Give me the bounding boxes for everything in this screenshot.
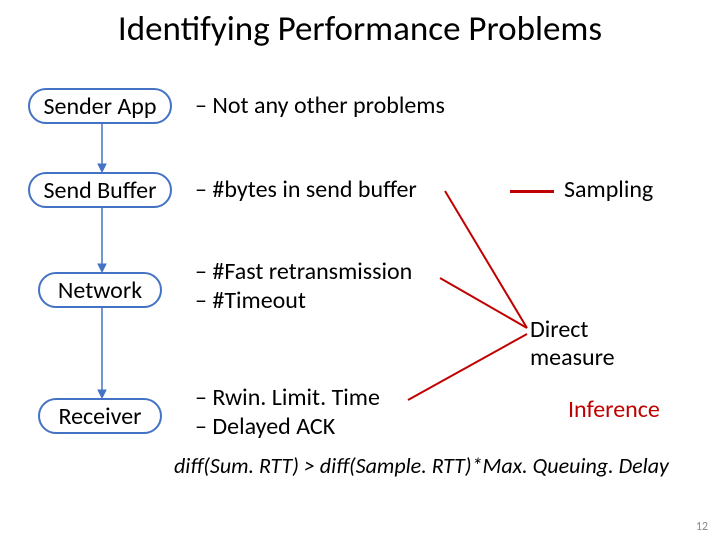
slide-title: Identifying Performance Problems <box>0 8 720 50</box>
desc-receiver-line1: – Rwin. Limit. Time <box>195 384 380 413</box>
arrow-sendbuffer-to-network <box>96 208 108 272</box>
arrow-senderapp-to-sendbuffer <box>96 124 108 172</box>
sampling-line-icon <box>510 190 554 193</box>
box-send-buffer: Send Buffer <box>28 172 172 208</box>
desc-sender-app: – Not any other problems <box>195 92 445 121</box>
label-sampling: Sampling <box>564 175 653 204</box>
label-inference: Inference <box>568 395 660 424</box>
arrow-network-to-receiver <box>96 308 108 398</box>
label-direct-l2: measure <box>530 344 615 372</box>
desc-receiver-line2: – Delayed ACK <box>195 413 380 442</box>
desc-network-line1: – #Fast retransmission <box>195 258 412 287</box>
desc-network-line2: – #Timeout <box>195 287 412 316</box>
box-network: Network <box>38 272 162 308</box>
formula-text: diff(Sum. RTT) > diff(Sample. RTT)*Max. … <box>174 452 669 479</box>
box-receiver: Receiver <box>38 398 162 434</box>
page-number: 12 <box>696 520 708 534</box>
desc-network: – #Fast retransmission – #Timeout <box>195 258 412 316</box>
desc-receiver: – Rwin. Limit. Time – Delayed ACK <box>195 384 380 442</box>
label-direct-measure: Direct measure <box>530 316 615 371</box>
box-sender-app: Sender App <box>28 88 172 124</box>
label-direct-l1: Direct <box>530 316 615 344</box>
desc-send-buffer: – #bytes in send buffer <box>195 176 417 205</box>
